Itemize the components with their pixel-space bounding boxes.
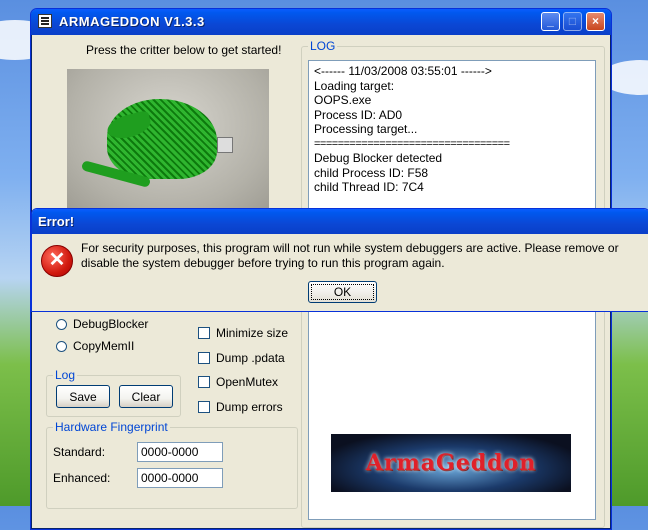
checkbox-label: OpenMutex — [216, 375, 279, 389]
error-icon: ✕ — [41, 245, 73, 277]
app-icon — [38, 14, 52, 28]
critter-image[interactable] — [67, 69, 269, 209]
log-line: ================================= — [314, 137, 510, 150]
radio-copymemii[interactable]: CopyMemII — [56, 339, 134, 353]
close-button[interactable]: × — [586, 12, 605, 31]
log-line: Loading target: — [314, 78, 395, 93]
dialog-title: Error! — [38, 214, 75, 229]
hardware-fingerprint-title: Hardware Fingerprint — [53, 420, 170, 434]
log-line: Debug Blocker detected — [314, 151, 443, 165]
clear-button[interactable]: Clear — [119, 385, 173, 408]
log-line: Process ID: AD0 — [314, 107, 403, 122]
maximize-button[interactable]: □ — [563, 12, 582, 31]
error-dialog: Error! ✕ For security purposes, this pro… — [31, 208, 648, 312]
enhanced-fingerprint-field[interactable] — [137, 468, 223, 488]
checkbox-dump-pdata[interactable]: Dump .pdata — [198, 351, 285, 365]
checkbox-indicator — [198, 352, 210, 364]
checkbox-label: Dump errors — [216, 400, 283, 414]
window-titlebar[interactable]: ARMAGEDDON V1.3.3 _ □ × — [31, 9, 611, 35]
armadillo-icon — [107, 99, 217, 179]
checkbox-indicator — [198, 401, 210, 413]
checkbox-dump-errors[interactable]: Dump errors — [198, 400, 283, 414]
checkbox-label: Dump .pdata — [216, 351, 285, 365]
save-button[interactable]: Save — [56, 385, 110, 408]
radio-label: CopyMemII — [73, 339, 135, 353]
checkbox-label: Minimize size — [216, 326, 289, 340]
logo-text: ArmaGeddon — [365, 450, 537, 476]
radio-indicator — [56, 318, 67, 330]
log-group-title: LOG — [308, 39, 338, 53]
window-title: ARMAGEDDON V1.3.3 — [59, 14, 205, 29]
standard-label: Standard: — [53, 445, 106, 459]
checkbox-indicator — [198, 327, 210, 339]
armageddon-logo: ArmaGeddon — [331, 434, 571, 492]
log-line: child Thread ID: 7C4 — [314, 180, 424, 194]
checkbox-openmutex[interactable]: OpenMutex — [198, 375, 278, 389]
log-line: Processing target... — [314, 122, 418, 136]
standard-fingerprint-field[interactable] — [137, 442, 223, 462]
radio-debugblocker[interactable]: DebugBlocker — [56, 317, 148, 331]
radio-indicator — [56, 340, 67, 352]
log-line: child Process ID: F58 — [314, 165, 429, 180]
minimize-button[interactable]: _ — [541, 12, 560, 31]
lock-icon — [217, 137, 233, 153]
log-controls-title: Log — [53, 368, 78, 382]
dialog-titlebar[interactable]: Error! — [32, 209, 648, 234]
enhanced-label: Enhanced: — [53, 471, 111, 485]
checkbox-minimize-size[interactable]: Minimize size — [198, 326, 288, 340]
critter-caption: Press the critter below to get started! — [86, 43, 282, 57]
radio-label: DebugBlocker — [73, 317, 149, 331]
log-line: OOPS.exe — [314, 93, 372, 107]
ok-button[interactable]: OK — [308, 281, 377, 303]
log-line: <------ 11/03/2008 03:55:01 ------> — [314, 64, 492, 78]
checkbox-indicator — [198, 376, 210, 388]
error-message: For security purposes, this program will… — [81, 241, 619, 270]
